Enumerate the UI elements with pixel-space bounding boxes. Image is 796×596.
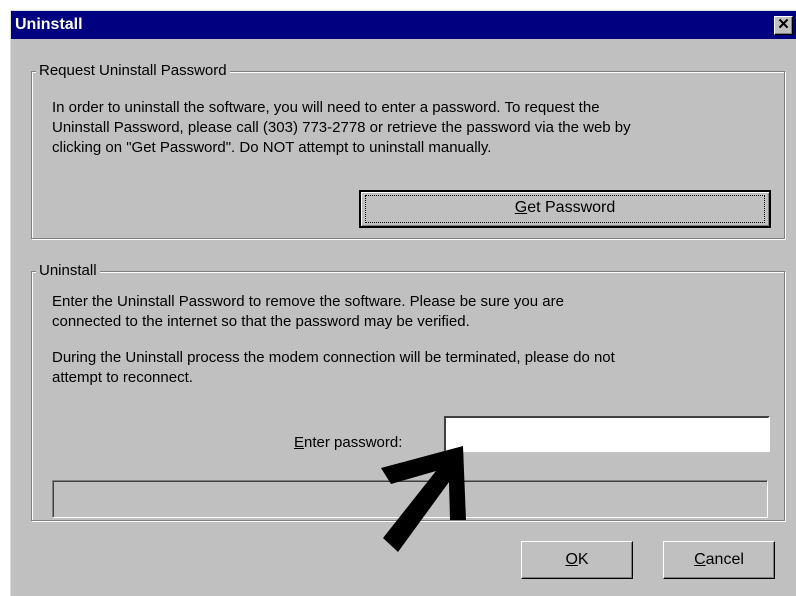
password-label: Enter password: <box>294 434 403 451</box>
cancel-button[interactable]: Cancel <box>663 541 775 579</box>
cancel-label: Cancel <box>694 551 744 568</box>
title-bar[interactable]: Uninstall ✕ <box>11 11 796 39</box>
window-title: Uninstall <box>15 16 83 33</box>
request-instructions: In order to uninstall the software, you … <box>52 98 780 158</box>
request-password-legend: Request Uninstall Password <box>36 62 230 80</box>
uninstall-line: Enter the Uninstall Password to remove t… <box>52 293 564 310</box>
uninstall-line: attempt to reconnect. <box>52 369 193 386</box>
close-button[interactable]: ✕ <box>774 16 793 35</box>
uninstall-line: During the Uninstall process the modem c… <box>52 349 615 366</box>
request-line: In order to uninstall the software, you … <box>52 99 600 116</box>
uninstall-paragraph-2: During the Uninstall process the modem c… <box>52 348 780 388</box>
get-password-label: Get Password <box>514 199 616 216</box>
request-line: Uninstall Password, please call (303) 77… <box>52 119 631 136</box>
uninstall-paragraph-1: Enter the Uninstall Password to remove t… <box>52 292 780 332</box>
request-line: clicking on "Get Password". Do NOT attem… <box>52 139 492 156</box>
get-password-button[interactable]: Get Password <box>359 190 771 228</box>
uninstall-dialog: Uninstall ✕ Request Uninstall Password I… <box>10 10 796 596</box>
request-password-group: Request Uninstall Password In order to u… <box>31 62 785 239</box>
uninstall-legend: Uninstall <box>36 262 100 280</box>
ok-label: OK <box>565 551 589 568</box>
status-bar <box>52 480 768 518</box>
uninstall-line: connected to the internet so that the pa… <box>52 313 470 330</box>
password-input[interactable] <box>444 416 770 452</box>
uninstall-group: Uninstall Enter the Uninstall Password t… <box>31 262 785 521</box>
ok-button[interactable]: OK <box>521 541 633 579</box>
close-icon: ✕ <box>777 16 790 33</box>
